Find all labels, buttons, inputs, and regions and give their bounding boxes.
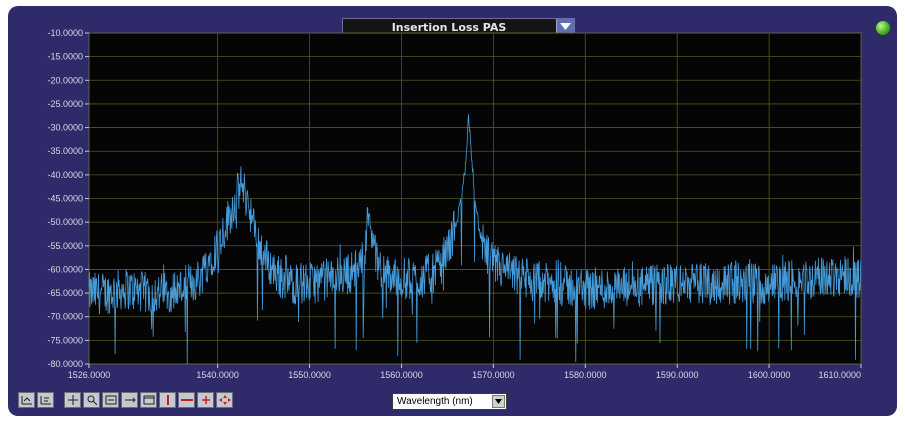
marker-button[interactable] [121, 392, 138, 408]
y-tick-label: -15.0000 [47, 52, 83, 62]
y-axis: -10.0000 -15.0000 -20.0000 -25.0000 -30.0000… [47, 28, 89, 369]
zoom-button[interactable] [83, 392, 100, 408]
move-icon [218, 395, 231, 405]
x-axis-units-label: Wavelength (nm) [397, 396, 473, 407]
x-tick-label: 1526.0000 [68, 370, 111, 380]
y-tick-label: -75.0000 [47, 335, 83, 345]
x-tick-label: 1540.0000 [196, 370, 239, 380]
x-tick-label: 1590.0000 [656, 370, 699, 380]
window-button[interactable] [140, 392, 157, 408]
x-tick-label: 1600.0000 [748, 370, 791, 380]
x-axis: 1526.0000 1540.0000 1550.0000 1560.0000 1570… [68, 364, 862, 380]
pan-icon [67, 395, 78, 405]
zoom-fit-button[interactable] [102, 392, 119, 408]
x-tick-label: 1560.0000 [380, 370, 423, 380]
y-tick-label: -40.0000 [47, 170, 83, 180]
y-tick-label: -45.0000 [47, 194, 83, 204]
y-tick-label: -60.0000 [47, 264, 83, 274]
y-tick-label: -55.0000 [47, 241, 83, 251]
chart-toolbar [18, 392, 233, 410]
zoom-icon [87, 395, 97, 405]
axis-label-button[interactable] [37, 392, 54, 408]
y-tick-label: -10.0000 [47, 28, 83, 38]
spectrum-chart[interactable]: -10.0000 -15.0000 -20.0000 -25.0000 -30.0000… [0, 0, 905, 424]
y-tick-label: -30.0000 [47, 123, 83, 133]
horizontal-marker-icon [180, 399, 193, 401]
y-tick-label: -20.0000 [47, 75, 83, 85]
y-tick-label: -50.0000 [47, 217, 83, 227]
chevron-down-icon [495, 399, 502, 404]
marker-add-icon [201, 396, 210, 404]
pan-button[interactable] [64, 392, 81, 408]
horizontal-marker-button[interactable] [178, 392, 195, 408]
y-tick-label: -35.0000 [47, 146, 83, 156]
x-tick-label: 1550.0000 [288, 370, 331, 380]
marker-icon [124, 397, 136, 403]
marker-add-button[interactable] [197, 392, 214, 408]
y-tick-label: -25.0000 [47, 99, 83, 109]
y-tick-label: -70.0000 [47, 312, 83, 322]
y-tick-label: -80.0000 [47, 359, 83, 369]
x-tick-label: 1610.0000 [818, 370, 861, 380]
move-button[interactable] [216, 392, 233, 408]
x-axis-dropdown-button[interactable] [492, 395, 505, 408]
axis-label-icon [40, 396, 51, 405]
axis-scale-icon [21, 396, 32, 405]
x-axis-units-dropdown[interactable]: Wavelength (nm) [392, 393, 507, 410]
window-icon [143, 395, 154, 405]
axis-scale-button[interactable] [18, 392, 35, 408]
x-tick-label: 1580.0000 [564, 370, 607, 380]
vertical-marker-button[interactable] [159, 392, 176, 408]
zoom-fit-icon [105, 395, 116, 405]
x-tick-label: 1570.0000 [472, 370, 515, 380]
vertical-marker-icon [166, 395, 169, 405]
y-tick-label: -65.0000 [47, 288, 83, 298]
